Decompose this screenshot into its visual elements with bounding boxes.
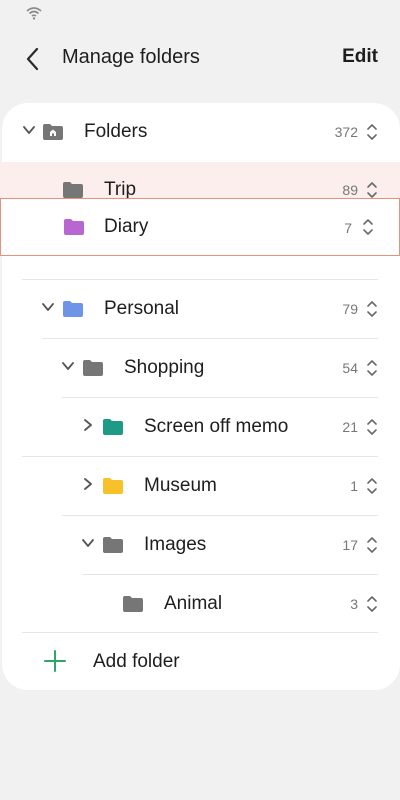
chevron-down-icon[interactable]: [22, 123, 36, 137]
folder-count: 54: [342, 360, 358, 376]
chevron-down-icon[interactable]: [41, 300, 55, 314]
reorder-icon[interactable]: [366, 299, 378, 319]
folder-row-animal[interactable]: Animal 3: [2, 575, 400, 633]
folder-label: Screen off memo: [144, 416, 289, 437]
wifi-icon: [26, 7, 42, 20]
folder-label: Folders: [84, 121, 148, 142]
folder-label: Museum: [144, 475, 217, 496]
back-icon[interactable]: [18, 44, 48, 74]
folder-icon: [63, 301, 83, 317]
chevron-right-icon[interactable]: [81, 477, 95, 491]
folder-row-root[interactable]: Folders 372: [2, 103, 400, 161]
folder-row-personal[interactable]: Personal 79: [2, 280, 400, 338]
folder-label: Shopping: [124, 357, 205, 378]
folder-row-museum[interactable]: Museum 1: [2, 457, 400, 515]
folder-count: 3: [350, 596, 358, 612]
page-title: Manage folders: [62, 46, 200, 68]
home-folder-icon: [43, 124, 63, 140]
reorder-icon[interactable]: [366, 122, 378, 142]
folder-count: 17: [342, 537, 358, 553]
reorder-icon[interactable]: [366, 180, 378, 200]
folder-row-screen-off-memo[interactable]: Screen off memo 21: [2, 398, 400, 456]
folder-label: Diary: [104, 216, 149, 237]
plus-icon[interactable]: [44, 650, 66, 672]
reorder-icon[interactable]: [366, 417, 378, 437]
folder-count: 79: [342, 301, 358, 317]
reorder-icon[interactable]: [362, 217, 374, 237]
chevron-right-icon[interactable]: [81, 418, 95, 432]
folder-icon: [83, 360, 103, 376]
folder-row-images[interactable]: Images 17: [2, 516, 400, 574]
reorder-icon[interactable]: [366, 358, 378, 378]
folder-count: 89: [342, 182, 358, 198]
folder-icon: [103, 419, 123, 435]
folder-count: 1: [350, 478, 358, 494]
reorder-icon[interactable]: [366, 594, 378, 614]
edit-button[interactable]: Edit: [342, 46, 378, 68]
divider: [22, 632, 378, 633]
folder-label: Animal: [164, 593, 223, 614]
folder-count: 372: [334, 124, 358, 140]
add-folder-button[interactable]: Add folder: [93, 651, 180, 673]
folder-icon: [103, 537, 123, 553]
chevron-down-icon[interactable]: [81, 536, 95, 550]
folder-count: 21: [342, 419, 358, 435]
reorder-icon[interactable]: [366, 535, 378, 555]
folder-icon: [63, 182, 83, 198]
folder-icon: [103, 478, 123, 494]
folder-row-shopping[interactable]: Shopping 54: [2, 339, 400, 397]
folder-icon: [64, 219, 84, 235]
folder-label: Personal: [104, 298, 179, 319]
chevron-down-icon[interactable]: [61, 359, 75, 373]
app-header: Manage folders Edit: [0, 34, 400, 82]
folder-row-diary-dragging[interactable]: Diary 7: [0, 198, 400, 256]
folder-count: 7: [344, 220, 352, 236]
folder-label: Images: [144, 534, 207, 555]
folder-icon: [123, 596, 143, 612]
reorder-icon[interactable]: [366, 476, 378, 496]
